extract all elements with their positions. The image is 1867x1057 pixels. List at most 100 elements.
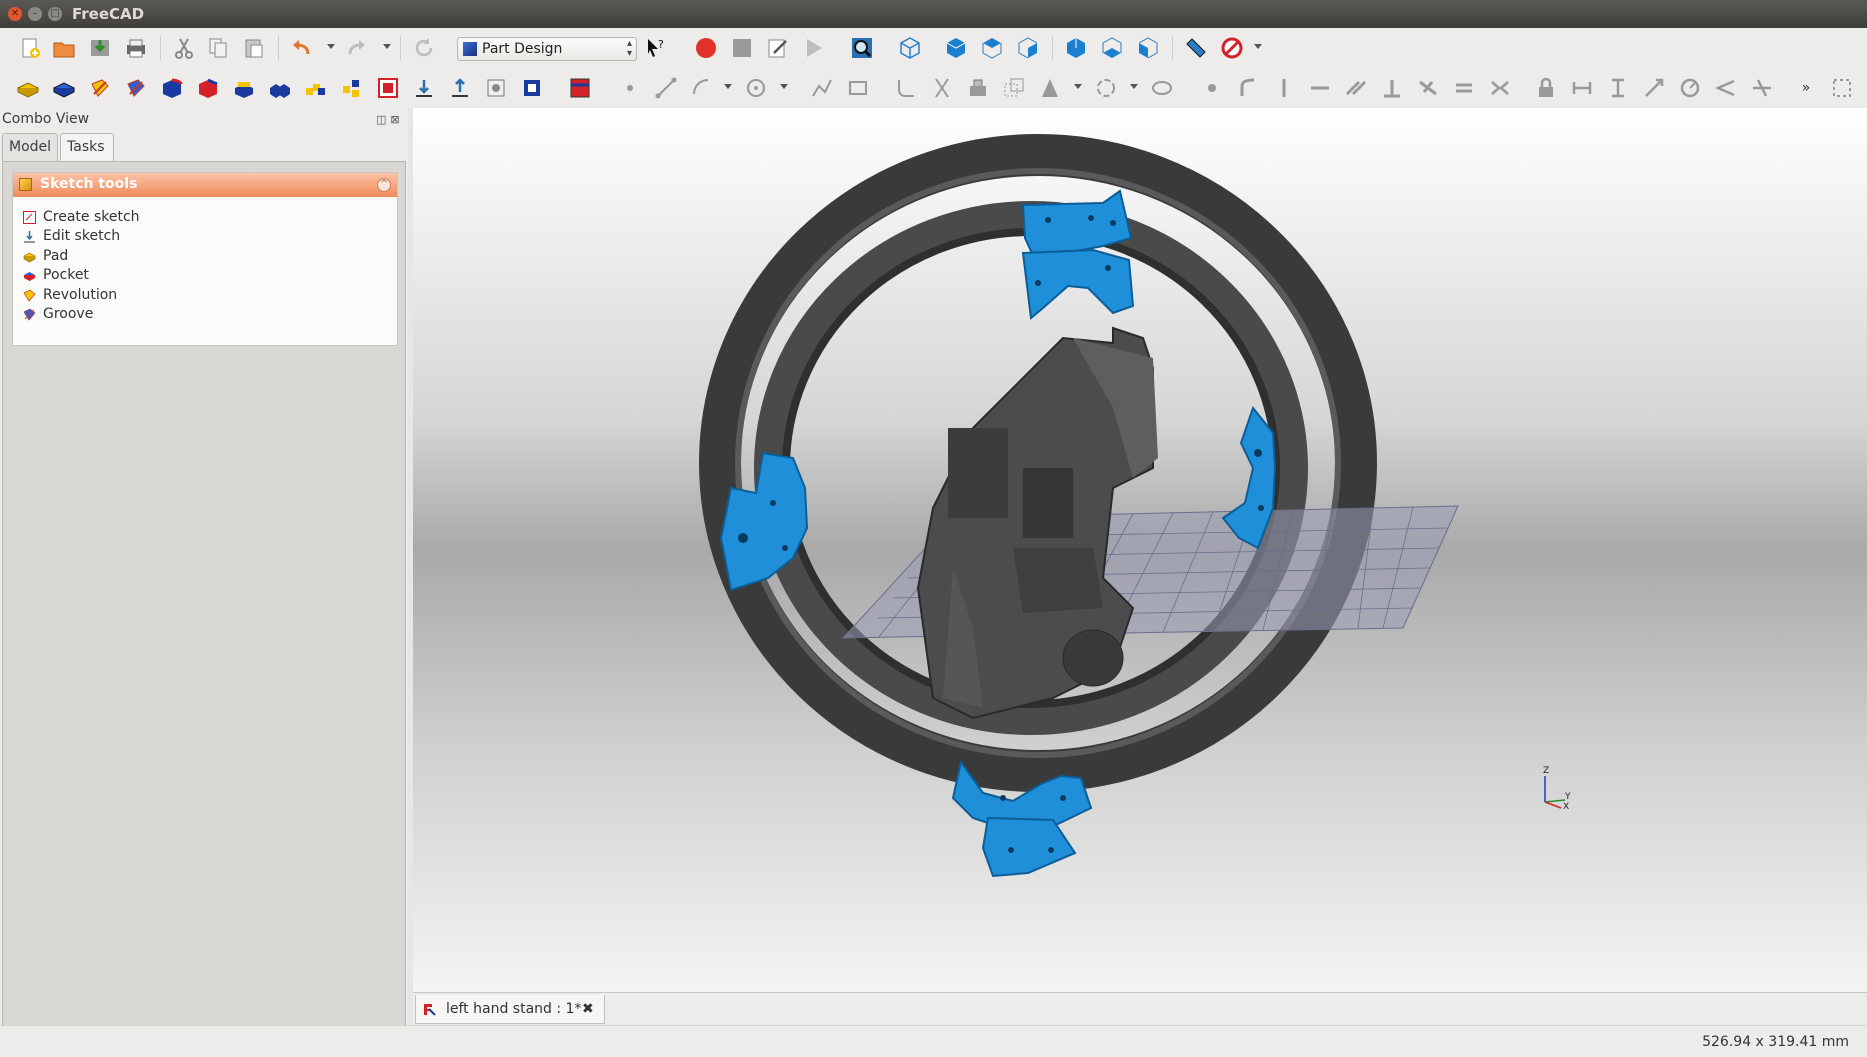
- view-left-icon[interactable]: [1136, 36, 1160, 60]
- constrain-coincident-icon[interactable]: [1200, 76, 1224, 100]
- draft-tool-icon[interactable]: [232, 76, 256, 100]
- pad-tool-icon[interactable]: [16, 76, 40, 100]
- constrain-vertical-icon[interactable]: [1272, 76, 1296, 100]
- whats-this-icon[interactable]: ?: [644, 36, 668, 60]
- constrain-tangent-icon[interactable]: [1416, 76, 1440, 100]
- new-document-icon[interactable]: [18, 36, 42, 60]
- macro-edit-icon[interactable]: [766, 36, 790, 60]
- constrain-vertical-distance-icon[interactable]: [1606, 76, 1630, 100]
- arc-icon[interactable]: [690, 76, 714, 100]
- attach-sketch-icon[interactable]: [412, 76, 436, 100]
- clear-measurement-icon[interactable]: [1220, 36, 1244, 60]
- conic-dropdown-icon[interactable]: [1130, 84, 1138, 89]
- constrain-distance-icon[interactable]: [1642, 76, 1666, 100]
- undo-icon[interactable]: [290, 36, 314, 60]
- undo-dropdown-icon[interactable]: [327, 44, 335, 49]
- macro-record-icon[interactable]: [694, 36, 718, 60]
- view-front-icon[interactable]: [944, 36, 968, 60]
- ellipse-icon[interactable]: [1150, 76, 1174, 100]
- cut-icon[interactable]: [172, 36, 196, 60]
- carbon-copy-icon[interactable]: [1002, 76, 1026, 100]
- macro-stop-icon[interactable]: [730, 36, 754, 60]
- view-right-icon[interactable]: [1016, 36, 1040, 60]
- measure-distance-icon[interactable]: [1184, 36, 1208, 60]
- float-icon[interactable]: ◫: [376, 113, 390, 126]
- paste-icon[interactable]: [242, 36, 266, 60]
- rectangle-icon[interactable]: [846, 76, 870, 100]
- axis-z-label: Z: [1543, 766, 1550, 776]
- fillet-tool-icon[interactable]: [160, 76, 184, 100]
- document-tab-bar: left hand stand : 1* ✖: [413, 992, 1867, 1026]
- external-geometry-icon[interactable]: [966, 76, 990, 100]
- fillet-sketch-icon[interactable]: [894, 76, 918, 100]
- toolbar-overflow-icon[interactable]: »: [1794, 76, 1818, 100]
- redo-dropdown-icon[interactable]: [383, 44, 391, 49]
- map-sketch-icon[interactable]: [520, 76, 544, 100]
- constrain-snell-icon[interactable]: [1750, 76, 1774, 100]
- document-close-icon[interactable]: ✖: [582, 995, 594, 1023]
- copy-icon[interactable]: [206, 36, 230, 60]
- tab-model[interactable]: Model: [2, 133, 58, 161]
- refresh-icon[interactable]: [412, 36, 436, 60]
- document-tab[interactable]: left hand stand : 1* ✖: [415, 995, 605, 1024]
- print-icon[interactable]: [124, 36, 148, 60]
- construction-dropdown-icon[interactable]: [1074, 84, 1082, 89]
- title-bar: ✕ – □ FreeCAD: [0, 0, 1867, 28]
- window-close-button[interactable]: ✕: [8, 7, 22, 21]
- tab-tasks[interactable]: Tasks: [60, 133, 114, 161]
- view-dimensions: 526.94 x 319.41 mm: [1702, 1034, 1849, 1050]
- trim-icon[interactable]: [930, 76, 954, 100]
- constrain-point-on-object-icon[interactable]: [1236, 76, 1260, 100]
- constrain-equal-icon[interactable]: [1452, 76, 1476, 100]
- fit-all-icon[interactable]: [850, 36, 874, 60]
- leave-sketch-icon[interactable]: [448, 76, 472, 100]
- circle-icon[interactable]: [744, 76, 768, 100]
- construction-mode-icon[interactable]: [1038, 76, 1062, 100]
- macro-run-icon[interactable]: [802, 36, 826, 60]
- view-sketch-icon[interactable]: [484, 76, 508, 100]
- window-minimize-button[interactable]: –: [28, 7, 42, 21]
- validate-sketch-icon[interactable]: [568, 76, 592, 100]
- groove-tool-icon[interactable]: [124, 76, 148, 100]
- view-top-icon[interactable]: [980, 36, 1004, 60]
- view-bottom-icon[interactable]: [1100, 36, 1124, 60]
- collapse-icon[interactable]: ^: [377, 178, 391, 192]
- linear-pattern-icon[interactable]: [304, 76, 328, 100]
- 3d-viewport[interactable]: Z Y X: [413, 108, 1867, 992]
- sketch-tools-header[interactable]: Sketch tools ^: [13, 173, 397, 197]
- constrain-perpendicular-icon[interactable]: [1380, 76, 1404, 100]
- point-icon[interactable]: [618, 76, 642, 100]
- constrain-horizontal-distance-icon[interactable]: [1570, 76, 1594, 100]
- selector-arrows-icon: ▴ ▾: [626, 38, 632, 59]
- line-icon[interactable]: [654, 76, 678, 100]
- chamfer-tool-icon[interactable]: [196, 76, 220, 100]
- mirrored-tool-icon[interactable]: [268, 76, 292, 100]
- measure-dropdown-icon[interactable]: [1254, 44, 1262, 49]
- polyline-icon[interactable]: [810, 76, 834, 100]
- circle-dropdown-icon[interactable]: [780, 84, 788, 89]
- select-elements-icon[interactable]: [1830, 76, 1854, 100]
- constrain-lock-icon[interactable]: [1534, 76, 1558, 100]
- constrain-horizontal-icon[interactable]: [1308, 76, 1332, 100]
- sketch-tools-title: Sketch tools: [40, 176, 138, 192]
- save-document-icon[interactable]: [88, 36, 112, 60]
- polar-pattern-icon[interactable]: [340, 76, 364, 100]
- axis-y-label: Y: [1565, 792, 1571, 802]
- window-maximize-button[interactable]: □: [48, 7, 62, 21]
- arc-dropdown-icon[interactable]: [724, 84, 732, 89]
- open-document-icon[interactable]: [52, 36, 76, 60]
- view-axonometric-icon[interactable]: [898, 36, 922, 60]
- constrain-parallel-icon[interactable]: [1344, 76, 1368, 100]
- constrain-angle-icon[interactable]: [1714, 76, 1738, 100]
- close-panel-icon[interactable]: ⊠: [390, 113, 403, 126]
- redo-icon[interactable]: [344, 36, 368, 60]
- view-rear-icon[interactable]: [1064, 36, 1088, 60]
- conic-icon[interactable]: [1094, 76, 1118, 100]
- workbench-selector[interactable]: Part Design ▴ ▾: [457, 37, 637, 61]
- constrain-symmetric-icon[interactable]: [1488, 76, 1512, 100]
- revolution-tool-icon[interactable]: [88, 76, 112, 100]
- svg-text:?: ?: [658, 38, 664, 51]
- multi-transform-icon[interactable]: [376, 76, 400, 100]
- pocket-tool-icon[interactable]: [52, 76, 76, 100]
- constrain-radius-icon[interactable]: [1678, 76, 1702, 100]
